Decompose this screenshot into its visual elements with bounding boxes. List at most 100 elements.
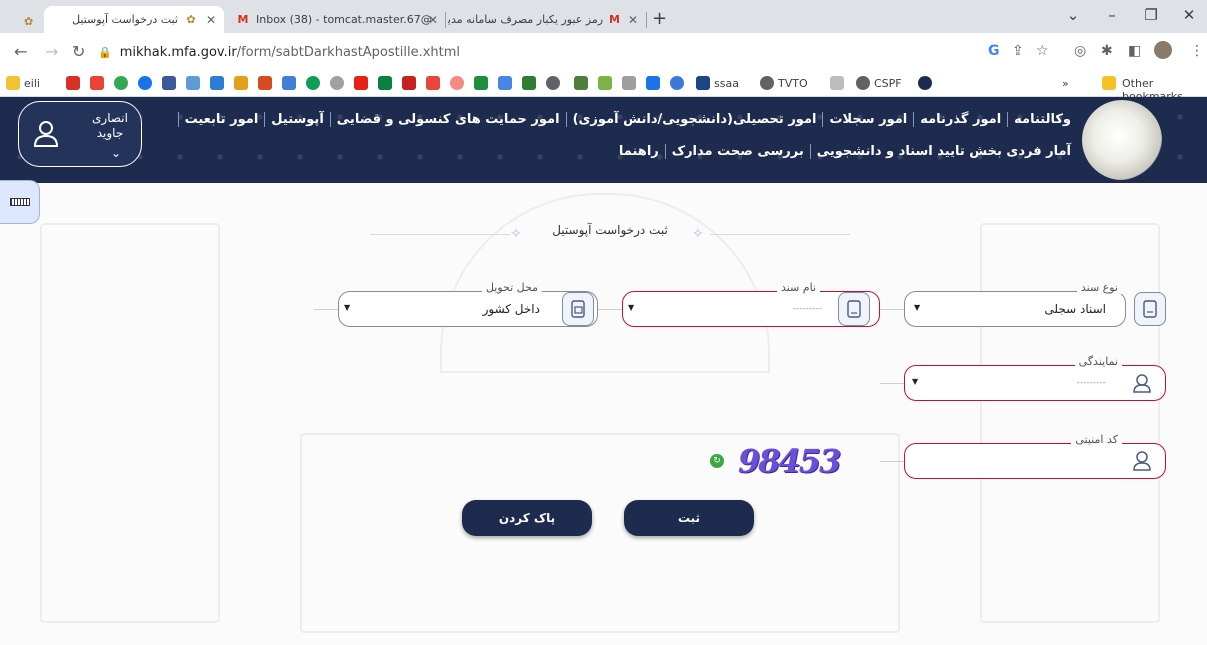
bookmark-site-icon[interactable]: [830, 76, 844, 90]
bookmark-ssaa-icon[interactable]: [696, 76, 710, 90]
virtual-keyboard-button[interactable]: [0, 180, 40, 224]
menu-item[interactable]: بررسی صحت مدارک: [666, 144, 810, 159]
bookmark-site-icon[interactable]: [622, 76, 636, 90]
bookmark-site-icon[interactable]: [646, 76, 660, 90]
bookmark-telegram-icon[interactable]: [138, 76, 152, 90]
menu-item[interactable]: وکالتنامه: [1008, 112, 1077, 127]
security-code-field[interactable]: کد امنیتی: [904, 433, 1166, 479]
user-menu[interactable]: انصاری جاوید ⌄: [18, 101, 142, 167]
page-title: ثبت درخواست آپوستیل: [552, 223, 668, 237]
bookmark-site-icon[interactable]: [234, 76, 248, 90]
background-building: [980, 223, 1160, 623]
close-tab-icon[interactable]: ✕: [628, 13, 638, 27]
refresh-captcha-icon[interactable]: ↻: [710, 454, 724, 468]
close-tab-icon[interactable]: ✕: [428, 13, 438, 27]
browser-tabstrip: ✿ ثبت درخواست آپوستیل ✿ ✕ M Inbox (38) -…: [0, 0, 1207, 33]
bookmark-site-icon[interactable]: [670, 76, 684, 90]
menu-divider: [264, 112, 266, 127]
keyboard-icon: [9, 198, 30, 206]
page-background: [0, 183, 1207, 645]
bookmark-site-icon[interactable]: [306, 76, 320, 90]
delivery-field[interactable]: محل تحویل داخل کشور ▼: [338, 281, 598, 327]
new-tab-icon[interactable]: +: [652, 8, 667, 29]
menu-item[interactable]: امور حمایت های کنسولی و قضایی: [331, 112, 566, 127]
file-icon: [838, 292, 870, 326]
menu-kebab-icon[interactable]: ⋮: [1190, 43, 1204, 59]
bookmark-site-icon[interactable]: [598, 76, 612, 90]
google-translate-icon[interactable]: G: [988, 43, 1000, 59]
side-panel-icon[interactable]: ◧: [1128, 43, 1141, 59]
delivery-select[interactable]: [338, 291, 598, 327]
puzzle-icon[interactable]: ✱: [1101, 43, 1113, 59]
back-icon[interactable]: ←: [14, 42, 27, 61]
bookmark-site-icon[interactable]: [474, 76, 488, 90]
bookmark-site-icon[interactable]: [378, 76, 392, 90]
menu-divider: [913, 112, 915, 127]
doc-type-field[interactable]: نوع سند اسناد سجلی ▼: [904, 281, 1166, 327]
menu-item[interactable]: راهنما: [613, 144, 665, 159]
connector-rule: [880, 383, 904, 384]
bookmark-site-icon[interactable]: [574, 76, 588, 90]
bookmark-youtube-icon[interactable]: [354, 76, 368, 90]
close-tab-icon[interactable]: ✕: [206, 13, 216, 27]
pinned-tab[interactable]: ✿: [16, 8, 38, 35]
bookmark-globe-icon[interactable]: [760, 76, 774, 90]
bookmark-site-icon[interactable]: [522, 76, 536, 90]
menu-item[interactable]: امور گذرنامه: [914, 112, 1007, 127]
share-icon[interactable]: ⇪: [1012, 43, 1024, 59]
bookmark-whatsapp-icon[interactable]: [114, 76, 128, 90]
tab-divider: [646, 12, 647, 28]
bookmark-site-icon[interactable]: [210, 76, 224, 90]
bookmark-site-icon[interactable]: [282, 76, 296, 90]
menu-item[interactable]: امور تابعیت: [179, 112, 265, 127]
tab-inbox[interactable]: M Inbox (38) - tomcat.master.67@ ✕: [228, 6, 444, 33]
lock-icon[interactable]: 🔒: [98, 46, 112, 59]
bookmark-site-icon[interactable]: [330, 76, 344, 90]
extension-icon[interactable]: ◎: [1074, 43, 1086, 59]
bookmark-site-icon[interactable]: [402, 76, 416, 90]
bookmark-gmail-icon[interactable]: [90, 76, 104, 90]
forward-icon[interactable]: →: [45, 42, 58, 61]
representation-field[interactable]: نمایندگی --------- ▼: [904, 355, 1166, 401]
folder-icon[interactable]: [1102, 76, 1116, 90]
minimize-icon[interactable]: –: [1097, 6, 1127, 24]
bookmarks-overflow-icon[interactable]: »: [1062, 77, 1069, 90]
bookmark-site-icon[interactable]: [546, 76, 560, 90]
main-menu-row-1: وکالتنامه امور گذرنامه امور سجلات امور ت…: [177, 112, 1077, 127]
tab-search-icon[interactable]: ⌄: [1058, 6, 1088, 24]
bookmark-site-icon[interactable]: [498, 76, 512, 90]
bookmark-site-icon[interactable]: [450, 76, 464, 90]
bookmark-label[interactable]: TVTO: [778, 77, 808, 90]
profile-avatar-icon[interactable]: [1154, 41, 1172, 59]
bookmark-site-icon[interactable]: [426, 76, 440, 90]
bookmark-site-icon[interactable]: [918, 76, 932, 90]
bookmark-label[interactable]: ssaa: [714, 77, 739, 90]
menu-item[interactable]: امور سجلات: [823, 112, 913, 127]
clear-button[interactable]: پاک کردن: [462, 500, 592, 536]
restore-icon[interactable]: ❐: [1136, 6, 1166, 24]
user-last-name: جاوید: [96, 126, 124, 140]
tab-apostille[interactable]: ثبت درخواست آپوستیل ✿ ✕: [44, 6, 224, 33]
menu-item[interactable]: آپوستیل: [265, 112, 330, 127]
bookmark-eili-icon[interactable]: [6, 76, 20, 90]
bookmark-label[interactable]: CSPF: [874, 77, 902, 90]
bookmark-star-icon[interactable]: ☆: [1036, 43, 1049, 59]
bookmark-site-icon[interactable]: [186, 76, 200, 90]
reload-icon[interactable]: ↻: [72, 42, 85, 61]
tab-divider: [445, 12, 446, 28]
bookmark-site-icon[interactable]: [258, 76, 272, 90]
bookmark-site-icon[interactable]: [162, 76, 176, 90]
close-window-icon[interactable]: ✕: [1174, 6, 1204, 24]
chevron-down-icon[interactable]: ⌄: [111, 146, 121, 160]
bookmark-globe-icon[interactable]: [856, 76, 870, 90]
field-connector: [598, 291, 622, 327]
menu-item[interactable]: آمار فردی بخش تایید اسناد و دانشجویی: [811, 144, 1077, 159]
address-bar[interactable]: 🔒 mikhak.mfa.gov.ir/form/sabtDarkhastApo…: [98, 38, 958, 66]
tab-otp[interactable]: رمز عبور یکبار مصرف سامانه مدیری M ✕: [448, 6, 644, 33]
menu-item[interactable]: امور تحصیلی(دانشجویی/دانش آموزی): [567, 112, 823, 127]
doc-name-field[interactable]: نام سند --------- ▼: [622, 281, 880, 327]
caret-down-icon: ▼: [344, 303, 351, 312]
bookmark-mail-icon[interactable]: [66, 76, 80, 90]
bookmark-label[interactable]: eili: [24, 77, 40, 90]
submit-button[interactable]: ثبت: [624, 500, 754, 536]
